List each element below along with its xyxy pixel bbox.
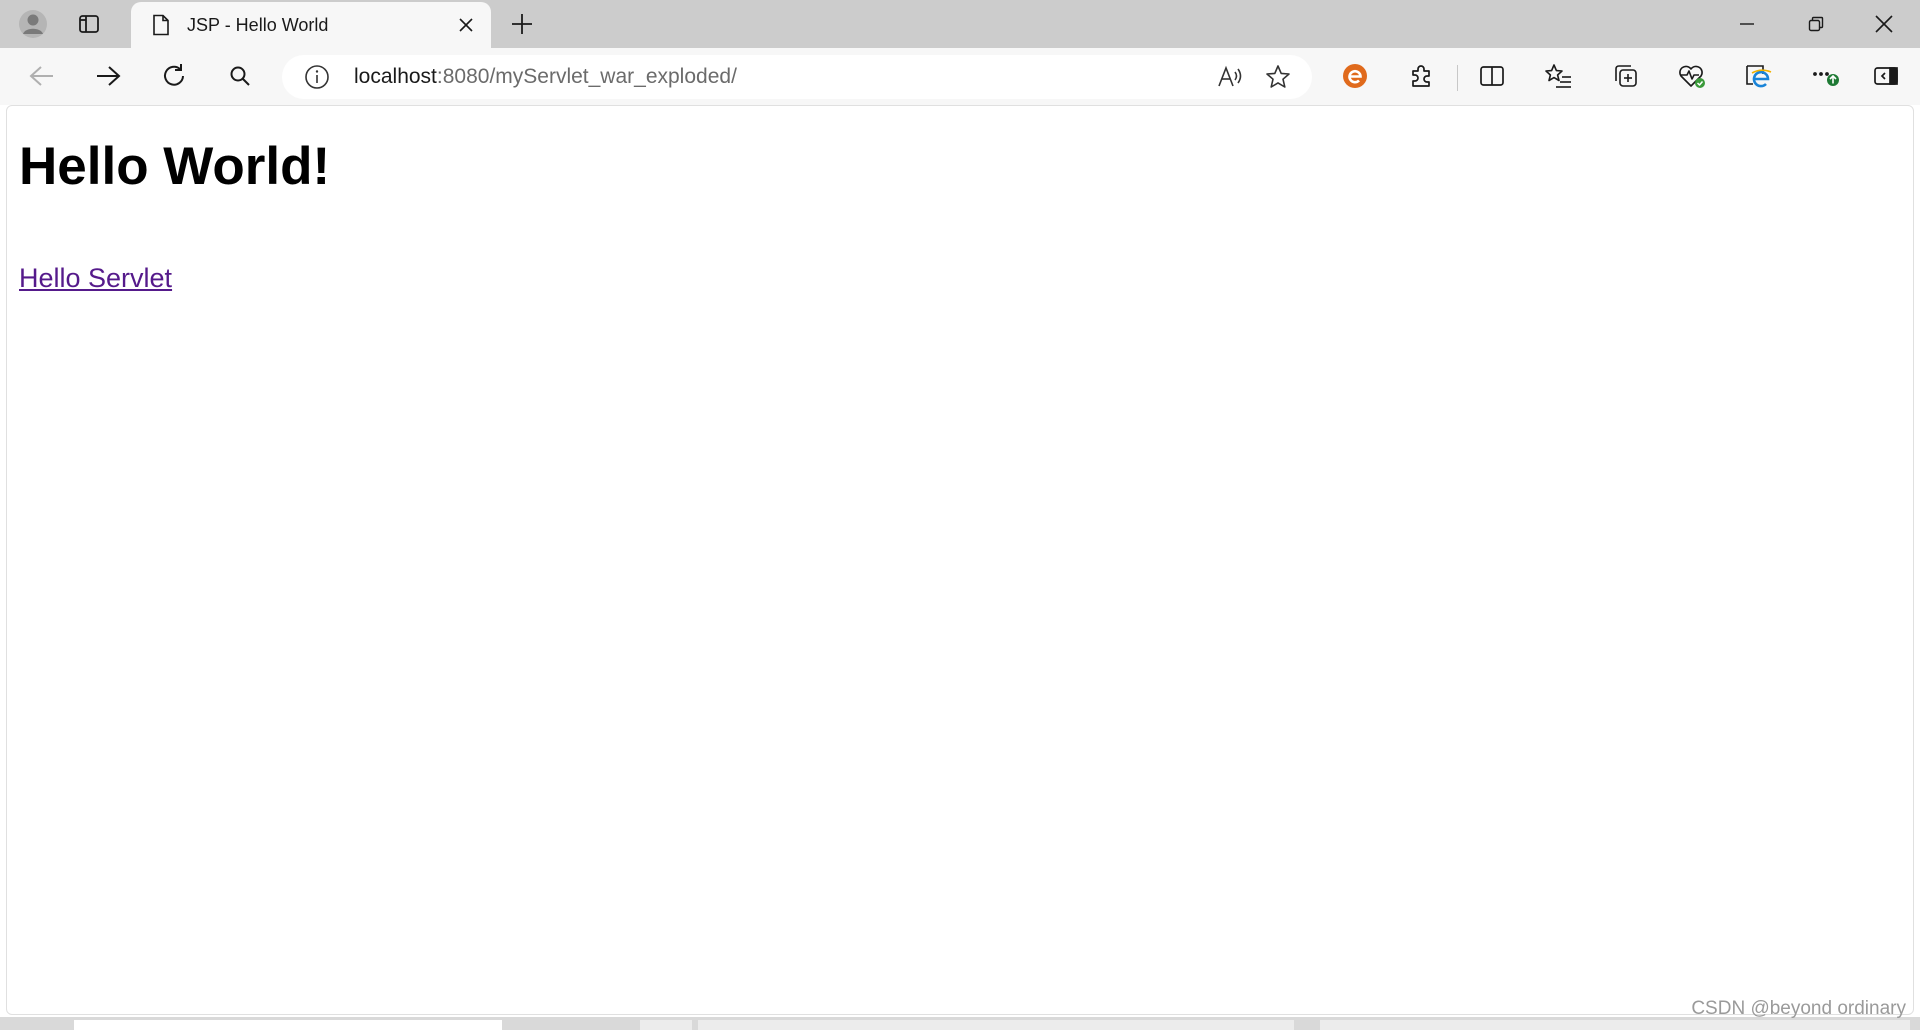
favorites-list-icon[interactable] — [1537, 56, 1581, 96]
address-bar[interactable]: localhost:8080/myServlet_war_exploded/ — [282, 55, 1312, 99]
toolbar-divider — [1457, 65, 1458, 91]
favorite-star-icon[interactable] — [1258, 57, 1298, 97]
tab-title: JSP - Hello World — [187, 14, 329, 35]
browser-essentials-heart-pulse-icon[interactable] — [1670, 56, 1714, 96]
taskbar-segment — [74, 1020, 502, 1030]
watermark: CSDN @beyond ordinary — [1691, 998, 1906, 1019]
extension-e-icon[interactable] — [1333, 56, 1377, 96]
url-host: localhost — [354, 65, 437, 88]
read-aloud-icon[interactable] — [1210, 57, 1250, 97]
settings-more-icon[interactable] — [1803, 56, 1847, 96]
sidebar-icon[interactable] — [1864, 56, 1908, 96]
extensions-puzzle-icon[interactable] — [1399, 56, 1443, 96]
tab-actions-icon[interactable] — [70, 6, 108, 42]
taskbar-segment — [698, 1020, 1294, 1030]
site-info-icon[interactable] — [302, 62, 332, 92]
url-text[interactable]: localhost:8080/myServlet_war_exploded/ — [354, 65, 1210, 89]
collections-icon[interactable] — [1604, 56, 1648, 96]
ie-mode-icon[interactable] — [1736, 56, 1780, 96]
restore-icon[interactable] — [1782, 0, 1850, 48]
new-tab-plus-icon[interactable] — [503, 6, 541, 42]
profile-avatar-icon[interactable] — [14, 6, 52, 42]
split-screen-icon[interactable] — [1470, 56, 1514, 96]
close-window-icon[interactable] — [1850, 0, 1918, 48]
title-bar: JSP - Hello World — [0, 0, 1920, 48]
page-document-icon — [149, 13, 173, 37]
hello-servlet-link[interactable]: Hello Servlet — [19, 263, 172, 294]
taskbar-segment — [640, 1020, 692, 1030]
active-tab[interactable]: JSP - Hello World — [131, 2, 491, 48]
navigation-toolbar: localhost:8080/myServlet_war_exploded/ — [0, 48, 1920, 105]
page-heading: Hello World! — [19, 137, 331, 196]
minimize-icon[interactable] — [1713, 0, 1781, 48]
forward-arrow-right-icon[interactable] — [86, 56, 130, 96]
back-arrow-left-icon[interactable] — [20, 56, 64, 96]
taskbar-segment — [1320, 1020, 1910, 1030]
page-viewport: Hello World! Hello Servlet — [6, 105, 1914, 1015]
url-path: :8080/myServlet_war_exploded/ — [436, 65, 737, 88]
taskbar-strip — [0, 1017, 1920, 1030]
refresh-icon[interactable] — [152, 56, 196, 96]
close-tab-icon[interactable] — [451, 10, 481, 40]
search-icon[interactable] — [218, 56, 262, 96]
